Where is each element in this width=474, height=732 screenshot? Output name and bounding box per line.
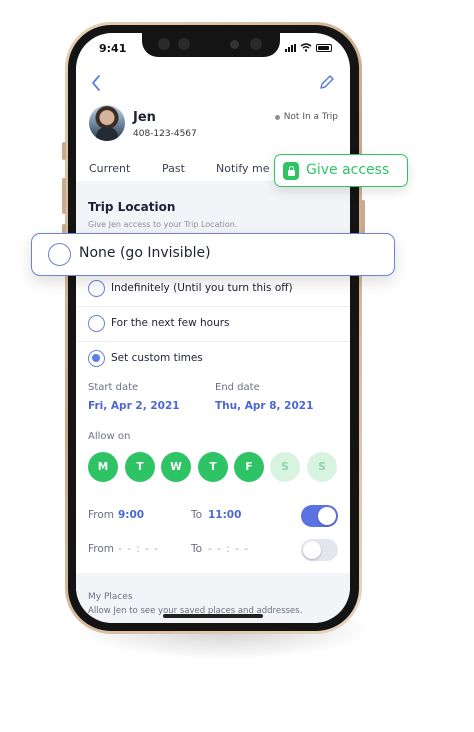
time-range-toggle[interactable] bbox=[301, 505, 338, 527]
day-friday[interactable]: F bbox=[234, 452, 264, 482]
option-indefinitely-label: Indefinitely (Until you turn this off) bbox=[111, 282, 293, 294]
lock-icon bbox=[283, 162, 299, 180]
option-next-hours-label: For the next few hours bbox=[111, 317, 230, 329]
allow-on-label: Allow on bbox=[88, 431, 131, 442]
from-time[interactable]: - - : - - bbox=[118, 543, 159, 555]
notch bbox=[142, 33, 280, 57]
give-access-button[interactable]: Give access bbox=[274, 154, 408, 187]
home-indicator[interactable] bbox=[163, 614, 263, 618]
side-button-volume-up bbox=[62, 178, 66, 214]
contact-name: Jen bbox=[133, 110, 156, 125]
radio-next-hours[interactable] bbox=[88, 315, 105, 332]
from-label: From bbox=[88, 543, 115, 555]
back-chevron-icon[interactable] bbox=[90, 73, 102, 97]
time-range-row: From - - : - - To - - : - - bbox=[76, 535, 350, 565]
battery-icon bbox=[316, 43, 332, 52]
give-access-label: Give access bbox=[306, 162, 390, 178]
edit-pencil-icon[interactable] bbox=[318, 73, 336, 91]
time-range-toggle[interactable] bbox=[301, 539, 338, 561]
day-thursday[interactable]: T bbox=[198, 452, 228, 482]
status-icons bbox=[285, 43, 332, 52]
to-label: To bbox=[191, 543, 203, 555]
option-custom-times-label: Set custom times bbox=[111, 352, 203, 364]
trip-status-label: Not In a Trip bbox=[283, 112, 338, 122]
option-none-label: None (go Invisible) bbox=[79, 245, 211, 261]
side-button-silent bbox=[62, 142, 66, 160]
day-monday[interactable]: M bbox=[88, 452, 118, 482]
end-date-value[interactable]: Thu, Apr 8, 2021 bbox=[215, 400, 313, 412]
avatar bbox=[89, 105, 125, 141]
wifi-icon bbox=[300, 43, 312, 52]
tab-current[interactable]: Current bbox=[89, 162, 130, 175]
start-date-label: Start date bbox=[88, 382, 139, 393]
contact-phone: 408-123-4567 bbox=[133, 129, 197, 139]
option-next-hours[interactable]: For the next few hours bbox=[76, 306, 350, 340]
radio-none[interactable] bbox=[48, 243, 71, 266]
start-date-value[interactable]: Fri, Apr 2, 2021 bbox=[88, 400, 180, 412]
speaker-icon bbox=[158, 38, 170, 50]
day-saturday[interactable]: S bbox=[270, 452, 300, 482]
tab-past[interactable]: Past bbox=[162, 162, 185, 175]
trip-location-title: Trip Location bbox=[88, 200, 176, 214]
to-time[interactable]: - - : - - bbox=[208, 543, 249, 555]
day-wednesday[interactable]: W bbox=[161, 452, 191, 482]
signal-icon bbox=[285, 43, 296, 52]
phone-screen: 9:41 Jen 408-123-4567 Not In a Trip Curr… bbox=[76, 33, 350, 623]
end-date-label: End date bbox=[215, 382, 260, 393]
radio-custom-times[interactable] bbox=[88, 350, 105, 367]
radio-indefinitely[interactable] bbox=[88, 280, 105, 297]
my-places-title: My Places bbox=[88, 592, 133, 602]
from-time[interactable]: 9:00 bbox=[118, 509, 144, 521]
status-time: 9:41 bbox=[99, 42, 127, 55]
sensor-icon bbox=[250, 38, 262, 50]
from-label: From bbox=[88, 509, 115, 521]
tab-notify-me[interactable]: Notify me bbox=[216, 162, 270, 175]
option-none-invisible[interactable]: None (go Invisible) bbox=[31, 233, 395, 276]
option-indefinitely[interactable]: Indefinitely (Until you turn this off) bbox=[76, 271, 350, 305]
sensor-icon bbox=[178, 38, 190, 50]
time-range-row: From 9:00 To 11:00 bbox=[76, 501, 350, 531]
day-tuesday[interactable]: T bbox=[125, 452, 155, 482]
trip-location-subtitle: Give Jen access to your Trip Location. bbox=[88, 220, 238, 229]
status-dot-icon bbox=[274, 114, 280, 120]
option-custom-times[interactable]: Set custom times bbox=[76, 341, 350, 375]
to-time[interactable]: 11:00 bbox=[208, 509, 241, 521]
front-camera-icon bbox=[230, 40, 239, 49]
day-sunday[interactable]: S bbox=[307, 452, 337, 482]
trip-status-badge: Not In a Trip bbox=[274, 112, 338, 122]
to-label: To bbox=[191, 509, 203, 521]
